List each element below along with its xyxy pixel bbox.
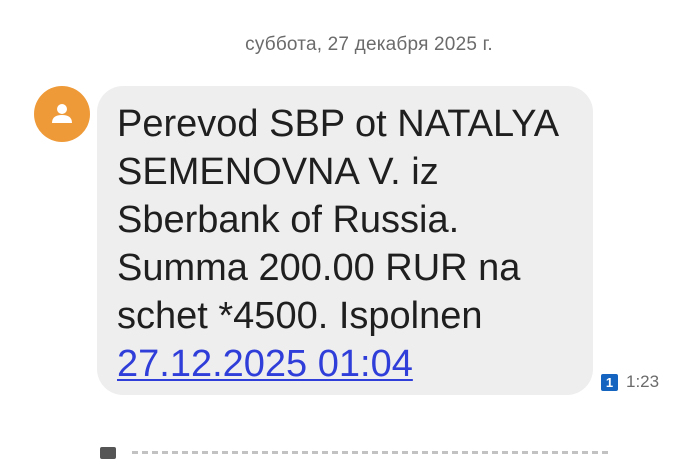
date-separator: суббота, 27 декабря 2025 г. xyxy=(245,34,493,55)
attachment-icon[interactable] xyxy=(100,447,116,459)
message-meta: 1 1:23 xyxy=(601,372,659,392)
message-bubble[interactable]: Perevod SBP ot NATALYA SEMENOVNA V. iz S… xyxy=(97,86,593,395)
message-text: Perevod SBP ot NATALYA SEMENOVNA V. iz S… xyxy=(117,100,583,388)
message-body: Perevod SBP ot NATALYA SEMENOVNA V. iz S… xyxy=(117,103,558,337)
datetime-link[interactable]: 27.12.2025 01:04 xyxy=(117,343,413,385)
sim-badge: 1 xyxy=(601,373,618,391)
message-time: 1:23 xyxy=(626,372,660,391)
composer-bar[interactable] xyxy=(100,447,640,467)
sender-avatar[interactable] xyxy=(34,86,90,142)
person-icon xyxy=(52,104,72,123)
composer-hint xyxy=(132,451,612,454)
